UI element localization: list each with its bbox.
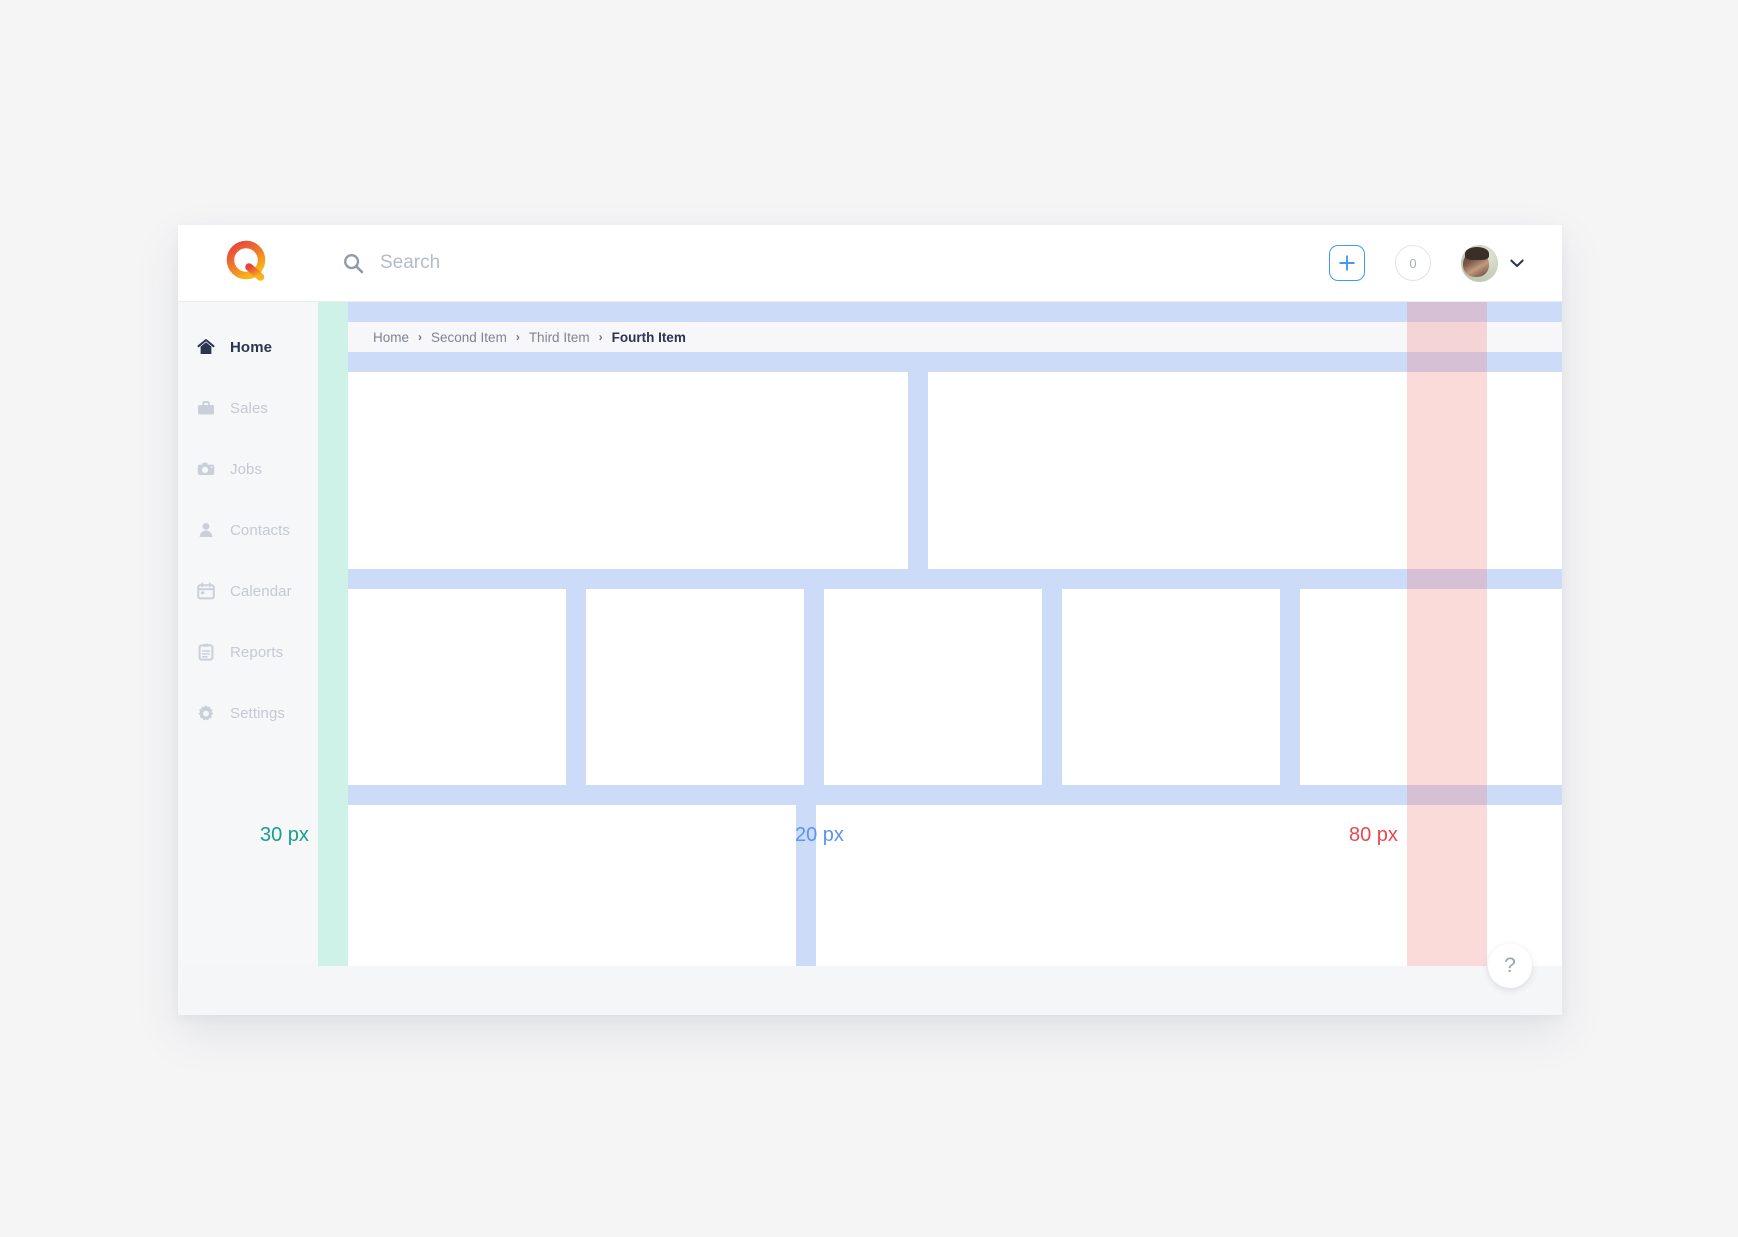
footer: ? xyxy=(178,944,1562,1015)
sidebar-item-settings[interactable]: Settings xyxy=(178,694,318,732)
breadcrumb-item[interactable]: Third Item xyxy=(529,330,590,345)
sidebar-item-label: Calendar xyxy=(230,582,292,600)
top-bar: 0 xyxy=(178,225,1562,302)
sidebar-item-label: Home xyxy=(230,338,273,356)
clipboard-icon xyxy=(196,642,216,662)
content-area: Home › Second Item › Third Item › Fourth… xyxy=(318,302,1562,966)
chevron-right-icon: › xyxy=(598,330,603,344)
breadcrumb-item[interactable]: Second Item xyxy=(431,330,507,345)
plus-icon xyxy=(1339,255,1355,271)
search-icon xyxy=(344,253,364,273)
camera-icon xyxy=(196,459,216,479)
add-button[interactable] xyxy=(1329,245,1365,281)
briefcase-icon xyxy=(196,398,216,418)
app-window: 0 Home xyxy=(178,225,1562,1015)
topbar-actions: 0 xyxy=(1329,244,1562,282)
home-icon xyxy=(196,337,216,357)
sidebar-item-reports[interactable]: Reports xyxy=(178,633,318,671)
notification-count: 0 xyxy=(1409,255,1417,271)
chevron-right-icon: › xyxy=(515,330,520,344)
breadcrumb-item-current: Fourth Item xyxy=(611,329,686,345)
measure-label-inner-gutter: 20 px xyxy=(795,824,844,846)
chevron-down-icon[interactable] xyxy=(1510,259,1524,268)
quoter-q-logo xyxy=(226,240,266,281)
question-mark-icon: ? xyxy=(1504,954,1516,977)
sidebar-item-contacts[interactable]: Contacts xyxy=(178,511,318,549)
measure-band-left-gutter xyxy=(318,302,348,966)
sidebar-item-label: Sales xyxy=(230,399,269,417)
card-row2-col1[interactable] xyxy=(348,589,566,785)
measure-band-right-gutter xyxy=(1407,302,1487,966)
sidebar-item-jobs[interactable]: Jobs xyxy=(178,450,318,488)
card-row1-col1[interactable] xyxy=(348,372,908,569)
measure-label-left-gutter: 30 px xyxy=(260,824,309,846)
gear-icon xyxy=(196,703,216,723)
sidebar-item-home[interactable]: Home xyxy=(178,328,318,366)
card-row2-col2[interactable] xyxy=(586,589,804,785)
grid-gutter-overlay: Home › Second Item › Third Item › Fourth… xyxy=(348,302,1562,966)
sidebar-item-label: Contacts xyxy=(230,521,290,539)
sidebar-item-calendar[interactable]: Calendar xyxy=(178,572,318,610)
search-bar[interactable] xyxy=(318,248,1329,278)
person-icon xyxy=(196,520,216,540)
notification-badge[interactable]: 0 xyxy=(1395,245,1431,281)
sidebar: Home Sales Jobs Contacts Calendar Report… xyxy=(178,302,318,1015)
breadcrumb-item[interactable]: Home xyxy=(373,330,409,345)
help-button[interactable]: ? xyxy=(1488,944,1532,988)
sidebar-item-sales[interactable]: Sales xyxy=(178,389,318,427)
measure-label-right-gutter: 80 px xyxy=(1349,824,1398,846)
card-row3-col1[interactable] xyxy=(348,805,796,966)
sidebar-item-label: Jobs xyxy=(230,460,263,478)
avatar xyxy=(1461,244,1498,282)
user-menu[interactable] xyxy=(1461,244,1524,282)
logo[interactable] xyxy=(178,237,318,289)
card-row2-col4[interactable] xyxy=(1062,589,1280,785)
sidebar-item-label: Settings xyxy=(230,704,285,722)
breadcrumb: Home › Second Item › Third Item › Fourth… xyxy=(348,322,1562,352)
chevron-right-icon: › xyxy=(418,330,423,344)
search-input[interactable] xyxy=(380,248,800,278)
sidebar-item-label: Reports xyxy=(230,643,284,661)
calendar-icon xyxy=(196,581,216,601)
card-row2-col3[interactable] xyxy=(824,589,1042,785)
